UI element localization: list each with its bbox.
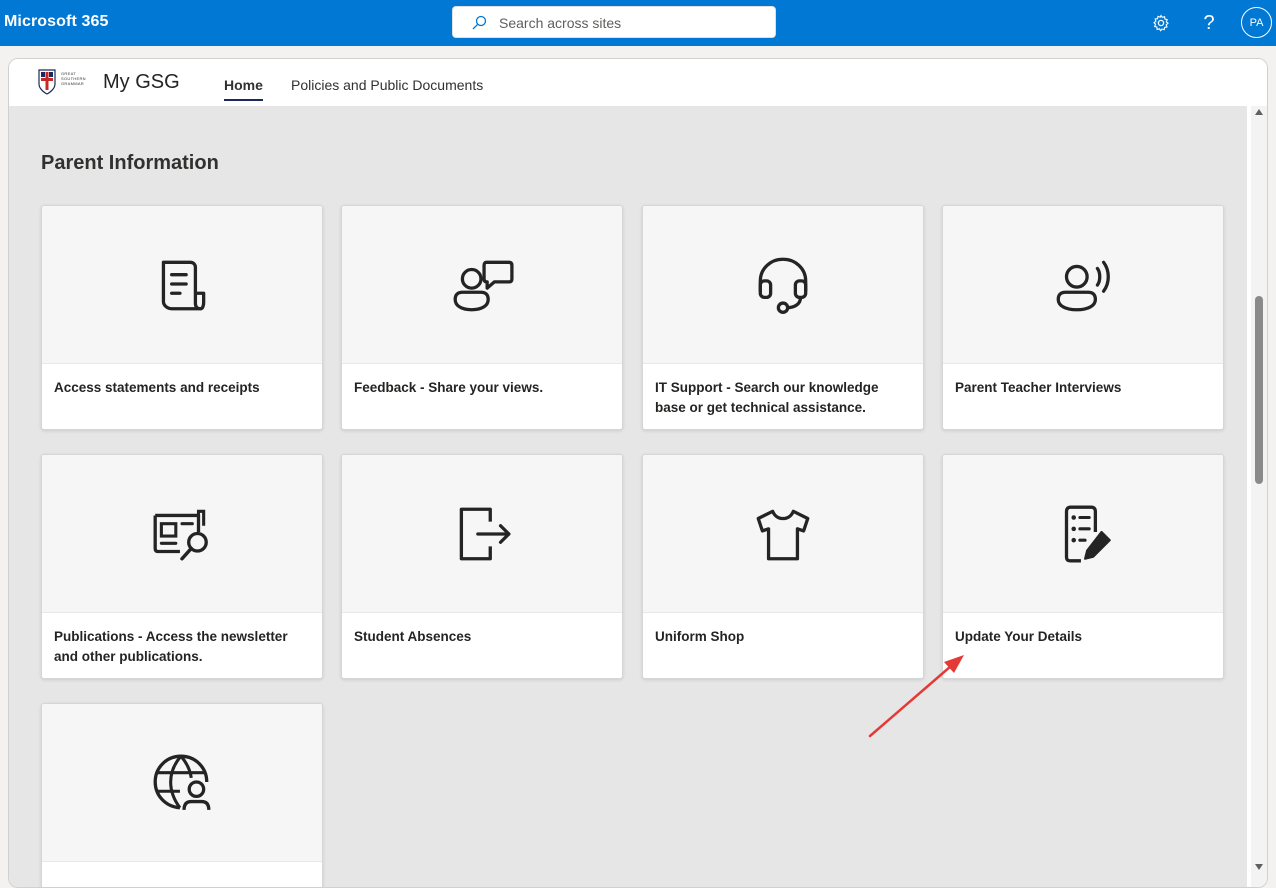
- page-content: Parent Information Access statements and…: [9, 106, 1247, 887]
- card-label: Uniform Shop: [655, 629, 745, 644]
- card-label: Student Absences: [354, 629, 472, 644]
- form-edit-icon: [1064, 505, 1111, 562]
- sign-out-icon: [459, 507, 511, 560]
- card-image: [42, 704, 322, 862]
- card-access-statements[interactable]: Access statements and receipts: [41, 205, 323, 430]
- card-feedback[interactable]: Feedback - Share your views.: [341, 205, 623, 430]
- card-parent-teacher-interviews[interactable]: Parent Teacher Interviews: [942, 205, 1224, 430]
- card-image: [943, 455, 1223, 613]
- card-update-your-details[interactable]: Update Your Details: [942, 454, 1224, 679]
- nav-policies[interactable]: Policies and Public Documents: [291, 77, 483, 93]
- card-image: [42, 206, 322, 364]
- suite-bar: Microsoft 365 ? PA: [0, 0, 1276, 46]
- card-image: [643, 206, 923, 364]
- person-voice-icon: [1056, 260, 1110, 311]
- site-header: GREAT SOUTHERN GRAMMAR My GSG Home Polic…: [9, 59, 1267, 106]
- section-title: Parent Information: [41, 152, 219, 174]
- tshirt-icon: [756, 509, 810, 560]
- site-frame: GREAT SOUTHERN GRAMMAR My GSG Home Polic…: [8, 58, 1268, 888]
- scroll-up-arrow-icon[interactable]: [1255, 109, 1263, 115]
- card-image: [943, 206, 1223, 364]
- card-label: IT Support - Search our knowledge base o…: [655, 380, 879, 415]
- nav-home[interactable]: Home: [224, 77, 263, 101]
- card-label: Publications - Access the newsletter and…: [54, 629, 288, 664]
- search-box[interactable]: [452, 6, 776, 38]
- search-input[interactable]: [499, 13, 759, 33]
- card-image: [643, 455, 923, 613]
- card-publications[interactable]: Publications - Access the newsletter and…: [41, 454, 323, 679]
- card-image: [342, 206, 622, 364]
- settings-gear-icon[interactable]: [1146, 8, 1176, 38]
- scrollbar[interactable]: [1251, 106, 1267, 887]
- school-crest-logo[interactable]: [37, 68, 57, 101]
- card-label: Feedback - Share your views.: [354, 380, 544, 395]
- help-icon[interactable]: ?: [1194, 8, 1224, 38]
- person-feedback-icon: [453, 260, 514, 311]
- card-label: Parent Teacher Interviews: [955, 380, 1122, 395]
- globe-person-icon: [153, 754, 211, 810]
- card-it-support[interactable]: IT Support - Search our knowledge base o…: [642, 205, 924, 430]
- news-search-icon: [153, 509, 208, 561]
- app-launcher-title[interactable]: Microsoft 365: [4, 13, 108, 31]
- headset-icon: [758, 257, 808, 314]
- scroll-down-arrow-icon[interactable]: [1255, 864, 1263, 870]
- card-label: Access statements and receipts: [54, 380, 260, 395]
- scroll-thumb[interactable]: [1255, 296, 1263, 484]
- card-image: [42, 455, 322, 613]
- card-uniform-shop[interactable]: Uniform Shop: [642, 454, 924, 679]
- avatar[interactable]: PA: [1241, 7, 1272, 38]
- site-title[interactable]: My GSG: [103, 71, 180, 94]
- card-image: [342, 455, 622, 613]
- card-label: Update Your Details: [955, 629, 1083, 644]
- search-icon: [472, 15, 487, 30]
- receipt-icon: [161, 260, 206, 310]
- card-web-portal[interactable]: [41, 703, 323, 887]
- card-student-absences[interactable]: Student Absences: [341, 454, 623, 679]
- logo-wordmark: GREAT SOUTHERN GRAMMAR: [61, 71, 86, 86]
